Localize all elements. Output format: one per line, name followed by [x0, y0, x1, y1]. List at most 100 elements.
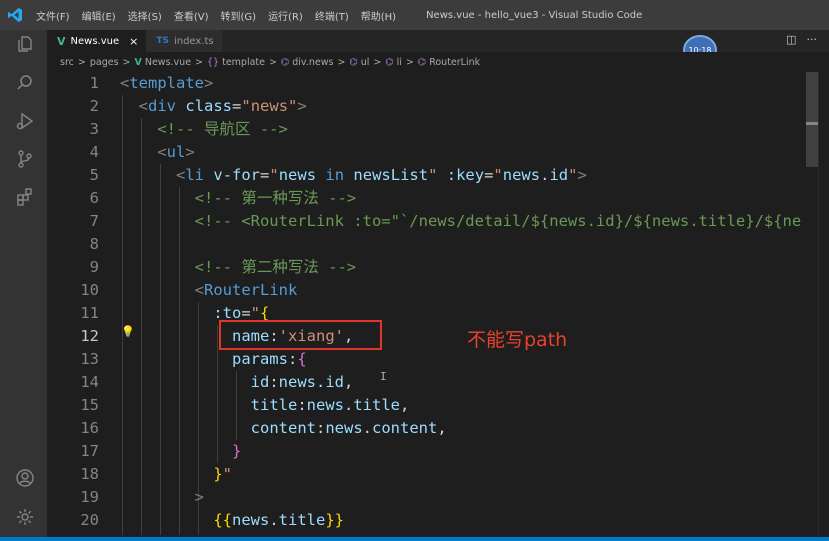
element-icon: ⌬: [417, 56, 427, 68]
menu-file[interactable]: 文件(F): [30, 8, 76, 23]
line-number: 7: [89, 212, 99, 230]
breadcrumb-item[interactable]: div.news: [292, 57, 333, 68]
code-token: >: [204, 74, 214, 92]
tab-label: News.vue: [70, 35, 120, 47]
code-line[interactable]: 19 >: [47, 486, 829, 509]
code-token: newsList: [353, 166, 429, 184]
source-control-icon[interactable]: [14, 148, 36, 170]
code-text: params:{: [120, 348, 307, 371]
menu-view[interactable]: 查看(V): [168, 8, 215, 23]
line-number: 11: [80, 304, 99, 322]
line-number: 9: [89, 258, 99, 276]
account-icon[interactable]: [14, 467, 36, 489]
code-line[interactable]: 2 <div class="news">: [47, 95, 829, 118]
line-number: 3: [89, 120, 99, 138]
element-icon: ⌬: [280, 56, 290, 68]
close-icon[interactable]: ×: [129, 35, 138, 48]
code-line[interactable]: 11 :to="{: [47, 302, 829, 325]
code-line[interactable]: 13 params:{: [47, 348, 829, 371]
menu-go[interactable]: 转到(G): [215, 8, 263, 23]
code-line[interactable]: 18 }": [47, 463, 829, 486]
tab-index-ts[interactable]: TS index.ts: [146, 30, 222, 52]
breadcrumb-item[interactable]: template: [222, 57, 265, 68]
code-line[interactable]: 10 <RouterLink: [47, 279, 829, 302]
code-token: in: [325, 166, 345, 184]
code-text: title:news.title,: [120, 394, 410, 417]
code-token: .: [344, 396, 354, 414]
braces-icon: {}: [207, 56, 220, 68]
code-line[interactable]: 9 <!-- 第二种写法 -->: [47, 256, 829, 279]
line-number: 4: [89, 143, 99, 161]
code-text: content:news.content,: [120, 417, 447, 440]
title-bar: 文件(F) 编辑(E) 选择(S) 查看(V) 转到(G) 运行(R) 终端(T…: [0, 0, 829, 30]
settings-gear-icon[interactable]: [14, 506, 36, 528]
code-token: id: [250, 373, 270, 391]
code-text: <!-- <RouterLink :to="`/news/detail/${ne…: [120, 210, 802, 233]
code-token: content: [250, 419, 316, 437]
code-token: class: [185, 97, 233, 115]
explorer-icon[interactable]: [14, 33, 36, 55]
code-text: }: [120, 440, 241, 463]
breadcrumb-separator: >: [373, 56, 382, 68]
text-cursor-icon: I: [380, 370, 387, 383]
breadcrumb-item[interactable]: pages: [90, 57, 119, 68]
breadcrumb-item[interactable]: li: [397, 57, 402, 68]
search-icon[interactable]: [14, 72, 36, 94]
code-line[interactable]: 17 }: [47, 440, 829, 463]
line-number: 19: [80, 488, 99, 506]
typescript-file-icon: TS: [156, 36, 169, 46]
breadcrumb-item[interactable]: ul: [361, 57, 370, 68]
element-icon: ⌬: [385, 56, 394, 68]
code-line[interactable]: 8: [47, 233, 829, 256]
breadcrumb: src > pages > V News.vue > {} template >…: [47, 52, 829, 72]
scrollbar-thumb[interactable]: [806, 72, 818, 167]
code-editor[interactable]: 1 <template> 2 <div class="news"> 3 <!-- 导航…: [47, 72, 829, 541]
code-line[interactable]: 3 <!-- 导航区 -->: [47, 118, 829, 141]
breadcrumb-item[interactable]: RouterLink: [429, 57, 480, 68]
tab-news-vue[interactable]: V News.vue ×: [47, 30, 147, 52]
run-debug-icon[interactable]: [14, 110, 36, 132]
more-actions-icon[interactable]: ···: [807, 33, 818, 46]
annotation-text: 不能写path: [467, 329, 568, 351]
code-line[interactable]: 20 {{news.title}}: [47, 509, 829, 532]
line-number: 12: [80, 327, 99, 345]
menu-terminal[interactable]: 终端(T): [309, 8, 355, 23]
breadcrumb-item[interactable]: src: [60, 57, 74, 68]
lightbulb-icon[interactable]: 💡: [121, 325, 135, 338]
code-token: "news": [241, 97, 298, 115]
window-title: News.vue - hello_vue3 - Visual Studio Co…: [426, 9, 643, 21]
menu-selection[interactable]: 选择(S): [122, 8, 168, 23]
code-line[interactable]: 16 content:news.content,: [47, 417, 829, 440]
code-line[interactable]: 4 <ul>: [47, 141, 829, 164]
breadcrumb-item[interactable]: News.vue: [145, 57, 191, 68]
code-token: id: [325, 373, 345, 391]
menu-help[interactable]: 帮助(H): [355, 8, 402, 23]
menu-edit[interactable]: 编辑(E): [76, 8, 122, 23]
code-token: title: [353, 396, 401, 414]
code-token: <!-- 第一种写法 -->: [194, 189, 357, 207]
line-number: 17: [80, 442, 99, 460]
extensions-icon[interactable]: [14, 186, 36, 208]
code-line[interactable]: 15 title:news.title,: [47, 394, 829, 417]
code-line[interactable]: 6 <!-- 第一种写法 -->: [47, 187, 829, 210]
code-line[interactable]: 14 id:news.id,: [47, 371, 829, 394]
code-line[interactable]: 5 <li v-for="news in newsList" :key="new…: [47, 164, 829, 187]
code-token: .: [269, 511, 279, 529]
code-line[interactable]: 7 <!-- <RouterLink :to="`/news/detail/${…: [47, 210, 829, 233]
menu-run[interactable]: 运行(R): [262, 8, 309, 23]
code-token: <: [138, 97, 149, 115]
code-token: params: [231, 350, 288, 368]
code-token: ": [269, 166, 279, 184]
split-editor-icon[interactable]: ◫: [786, 33, 796, 46]
code-line[interactable]: 12 name:'xiang',: [47, 325, 829, 348]
breadcrumb-separator: >: [77, 56, 86, 68]
code-line[interactable]: 1 <template>: [47, 72, 829, 95]
